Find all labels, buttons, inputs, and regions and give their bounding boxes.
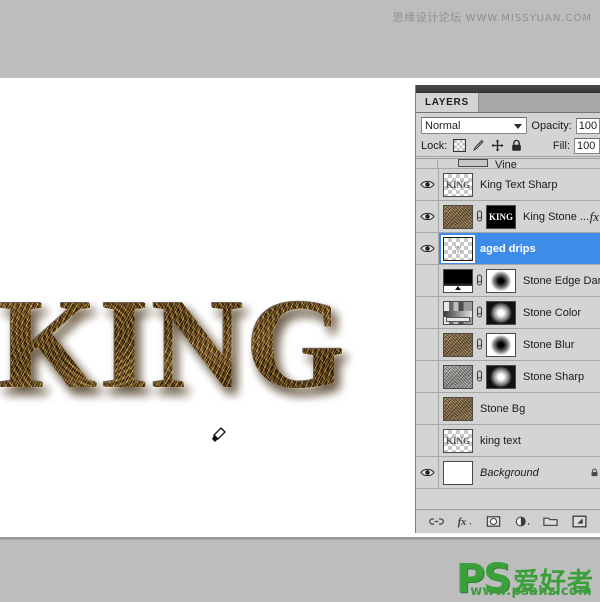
layer-mask-thumbnail[interactable]: [486, 332, 516, 357]
mask-king-glyph: KING: [488, 211, 513, 222]
link-mask-icon[interactable]: [475, 210, 484, 223]
layer-mask-thumbnail[interactable]: [486, 300, 516, 325]
layer-visibility-toggle[interactable]: [416, 265, 439, 296]
layer-visibility-toggle[interactable]: [416, 233, 439, 264]
layer-name-king-text: king text: [480, 434, 521, 447]
eye-icon[interactable]: [419, 179, 435, 190]
lock-transparency-icon[interactable]: [453, 139, 467, 152]
add-mask-icon[interactable]: [485, 514, 502, 529]
layer-list[interactable]: Vine KING King Text Sharp KING King Ston…: [416, 158, 600, 509]
layer-name-vine: Vine: [495, 159, 517, 169]
psahz-url-text: www.psahz.com: [470, 584, 592, 599]
blend-mode-value: Normal: [425, 119, 461, 132]
king-text-glyphs: KING: [0, 273, 348, 415]
layers-panel-toolbar[interactable]: fx: [416, 509, 600, 533]
layer-mask-thumbnail[interactable]: [486, 268, 516, 293]
adjustment-layer-icon[interactable]: [514, 514, 531, 529]
layer-name-king-text-sharp: King Text Sharp: [480, 178, 558, 191]
layer-thumbnail[interactable]: [443, 204, 473, 229]
layer-visibility-toggle[interactable]: [416, 329, 439, 360]
layer-name-aged-drips: aged drips: [480, 242, 536, 255]
fill-group: Fill: 100: [552, 137, 600, 154]
table-row[interactable]: KING King Stone ... fx: [416, 201, 600, 233]
opacity-label: Opacity:: [531, 119, 572, 132]
layer-name-stone-blur: Stone Blur: [523, 338, 575, 351]
layer-thumbnail[interactable]: KING: [443, 172, 473, 197]
panel-titlebar[interactable]: [416, 85, 600, 93]
layer-thumbnail[interactable]: [443, 460, 473, 485]
blend-mode-select[interactable]: Normal: [421, 117, 528, 134]
tab-empty-area[interactable]: [478, 93, 600, 112]
link-mask-icon[interactable]: [475, 274, 484, 287]
layer-thumbnail[interactable]: KING: [443, 428, 473, 453]
lock-position-icon[interactable]: [491, 139, 504, 152]
layer-name-king-stone: King Stone ...: [523, 210, 590, 223]
layer-thumbnail[interactable]: [443, 396, 473, 421]
lock-all-icon[interactable]: [510, 139, 523, 152]
chevron-down-icon[interactable]: [514, 123, 523, 129]
table-row[interactable]: Background: [416, 457, 600, 489]
lock-label: Lock:: [421, 139, 448, 152]
lock-image-icon[interactable]: [472, 139, 485, 152]
thumbnail-drips-glyph: ¦¦¦¦: [454, 244, 462, 253]
layer-visibility-toggle[interactable]: [416, 297, 439, 328]
link-mask-icon[interactable]: [475, 338, 484, 351]
layer-mask-thumbnail[interactable]: KING: [486, 204, 516, 229]
eye-icon[interactable]: [419, 243, 435, 254]
eye-icon[interactable]: [419, 211, 435, 222]
link-mask-icon[interactable]: [475, 306, 484, 319]
tab-layers[interactable]: LAYERS: [416, 93, 479, 112]
layer-name-stone-sharp: Stone Sharp: [523, 370, 585, 383]
layer-visibility-toggle[interactable]: [416, 425, 439, 456]
layer-visibility-toggle[interactable]: [416, 169, 439, 200]
layer-thumbnail[interactable]: [443, 300, 473, 325]
table-row[interactable]: Stone Color: [416, 297, 600, 329]
layer-name-stone-color: Stone Color: [523, 306, 582, 319]
layer-visibility-toggle[interactable]: [416, 201, 439, 232]
layer-thumbnail[interactable]: [443, 268, 473, 293]
layer-style-fx-icon[interactable]: fx: [590, 209, 600, 225]
panel-tab-strip[interactable]: LAYERS: [416, 93, 600, 113]
lock-row: Lock: Fill: 100: [416, 135, 600, 157]
layer-name-stone-bg: Stone Bg: [480, 402, 526, 415]
layer-thumbnail[interactable]: ¦¦¦¦: [441, 234, 475, 263]
table-row[interactable]: ¦¦¦¦ aged drips: [416, 233, 600, 265]
layer-visibility-toggle[interactable]: [416, 361, 439, 392]
blend-mode-row: Normal Opacity: 100: [416, 113, 600, 135]
link-mask-icon[interactable]: [475, 370, 484, 383]
eye-icon[interactable]: [419, 467, 435, 478]
table-row[interactable]: Stone Blur: [416, 329, 600, 361]
layer-name-background: Background: [480, 466, 539, 479]
canvas-bottom-edge: [0, 538, 600, 540]
layer-name-stone-edge-dark: Stone Edge Dar: [523, 274, 600, 287]
thumbnail-king-glyph: KING: [445, 435, 470, 446]
svg-text:fx: fx: [458, 517, 467, 528]
link-layers-icon[interactable]: [428, 514, 445, 529]
artwork-king-text: KING: [0, 273, 402, 415]
layer-visibility-toggle[interactable]: [416, 393, 439, 424]
fill-input[interactable]: 100: [574, 137, 600, 154]
opacity-input[interactable]: 100: [575, 117, 600, 134]
site-watermark: 思缘设计论坛 WWW.MISSYUAN.COM: [0, 9, 600, 25]
table-row[interactable]: Stone Sharp: [416, 361, 600, 393]
new-layer-icon[interactable]: [571, 514, 588, 529]
layer-style-fx-icon[interactable]: fx: [456, 514, 473, 529]
table-row[interactable]: Vine: [416, 159, 600, 169]
layer-thumbnail[interactable]: [443, 332, 473, 357]
layer-thumbnail[interactable]: [443, 364, 473, 389]
new-group-icon[interactable]: [542, 514, 559, 529]
layer-mask-thumbnail[interactable]: [486, 364, 516, 389]
watermark-cn-text: 思缘设计论坛: [392, 11, 462, 24]
fill-label: Fill:: [552, 139, 570, 152]
layer-visibility-toggle[interactable]: [416, 457, 439, 488]
table-row[interactable]: KING King Text Sharp: [416, 169, 600, 201]
table-row[interactable]: KING king text: [416, 425, 600, 457]
table-row[interactable]: Stone Edge Dar: [416, 265, 600, 297]
watermark-url-text: WWW.MISSYUAN.COM: [465, 13, 592, 24]
table-row[interactable]: Stone Bg: [416, 393, 600, 425]
layers-panel[interactable]: LAYERS Normal Opacity: 100 Lock: Fill: 1…: [415, 85, 600, 533]
lock-all-icon: [591, 468, 598, 477]
thumbnail-king-glyph: KING: [445, 179, 470, 190]
